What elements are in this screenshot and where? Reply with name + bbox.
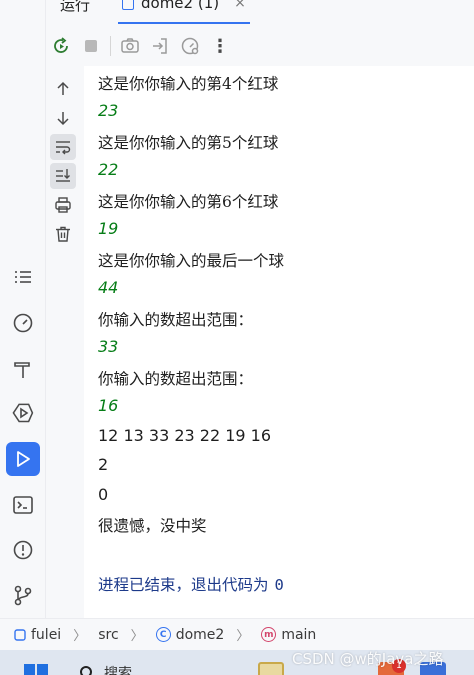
tab-run[interactable]: 运行 (60, 0, 90, 15)
console-input-line: 22 (98, 160, 119, 179)
print-icon[interactable] (50, 192, 76, 218)
taskbar-search-label[interactable]: 搜索 (104, 663, 132, 675)
run-toolbar: ⋮ (46, 28, 235, 64)
process-exit-line: 进程已结束，退出代码为 0 (98, 573, 284, 595)
breadcrumb-label: src (98, 626, 119, 643)
console-input-line: 33 (98, 337, 119, 356)
class-icon: C (155, 627, 171, 642)
rerun-icon[interactable] (46, 31, 76, 61)
console-input-line: 23 (98, 101, 119, 120)
terminal-icon[interactable] (6, 488, 40, 522)
breadcrumb-separator: 〉 (236, 629, 250, 644)
tool-window-stripe (0, 0, 46, 618)
breadcrumb-label: dome2 (175, 626, 225, 643)
soft-wrap-icon[interactable] (50, 134, 76, 160)
console-input-line: 16 (98, 396, 119, 415)
active-tab-indicator (118, 22, 250, 24)
git-icon[interactable] (6, 578, 40, 612)
profiler-icon[interactable] (6, 306, 40, 340)
console-line: 这是你你输入的第6个红球 (98, 193, 279, 211)
watermark: CSDN @w的Java之路 (292, 650, 444, 668)
console-side-toolbar (50, 72, 78, 250)
breadcrumb-project[interactable]: fulei (14, 627, 61, 643)
arrow-up-icon[interactable] (50, 76, 76, 102)
console-input-line: 19 (98, 219, 119, 238)
console-line: 这是你你输入的最后一个球 (98, 252, 285, 270)
search-icon[interactable] (80, 666, 92, 675)
file-icon (122, 0, 134, 10)
camera-icon[interactable] (115, 31, 145, 61)
navigation-bar: fulei 〉 src 〉 C dome2 〉 m main (0, 618, 474, 650)
console-output-line: 2 (98, 455, 109, 474)
breadcrumb-label: fulei (31, 626, 62, 643)
method-icon: m (261, 627, 277, 642)
run-tool-window-icon[interactable] (6, 442, 40, 476)
close-icon[interactable]: × (234, 0, 246, 11)
tab-dome2-label: dome2 (1) (141, 0, 220, 12)
scroll-to-end-icon[interactable] (50, 163, 76, 189)
console-output-line: 12 13 33 23 22 19 16 (98, 426, 272, 445)
console-output-line: 0 (98, 485, 109, 504)
console-line: 这是你你输入的第5个红球 (98, 134, 279, 152)
breadcrumb-separator: 〉 (73, 629, 87, 644)
structure-icon[interactable] (6, 260, 40, 294)
arrow-down-icon[interactable] (50, 105, 76, 131)
module-icon (14, 628, 26, 641)
stop-icon[interactable] (76, 31, 106, 61)
breadcrumb-separator: 〉 (130, 629, 144, 644)
problems-icon[interactable] (6, 533, 40, 567)
breadcrumb-src[interactable]: src (98, 627, 118, 643)
exit-message: 进程已结束，退出代码为 (98, 576, 269, 594)
more-icon[interactable]: ⋮ (205, 31, 235, 61)
restore-layout-icon[interactable] (145, 31, 175, 61)
toolbar-divider (110, 36, 111, 56)
more-glyph: ⋮ (211, 35, 229, 57)
breadcrumb-label: main (281, 626, 317, 643)
console-output[interactable]: 这是你你输入的第4个红球 23 这是你你输入的第5个红球 22 这是你你输入的第… (84, 66, 474, 618)
profiler-attach-icon[interactable] (175, 31, 205, 61)
app-icon[interactable] (258, 662, 284, 675)
breadcrumb-method[interactable]: m main (261, 627, 316, 643)
breadcrumb-class[interactable]: C dome2 (155, 626, 225, 643)
tab-dome2[interactable]: dome2 (1) × (122, 0, 246, 12)
console-input-line: 44 (98, 278, 119, 297)
exit-code: 0 (274, 576, 284, 594)
editor-tab-strip: 运行 dome2 (1) × (0, 0, 474, 24)
console-line: 你输入的数超出范围： (98, 311, 254, 329)
services-icon[interactable] (6, 396, 40, 430)
trash-icon[interactable] (50, 221, 76, 247)
console-line: 你输入的数超出范围： (98, 370, 254, 388)
console-line: 很遗憾，没中奖 (98, 517, 207, 535)
windows-start-icon[interactable] (24, 664, 48, 675)
console-line: 这是你你输入的第4个红球 (98, 75, 279, 93)
build-icon[interactable] (6, 352, 40, 386)
